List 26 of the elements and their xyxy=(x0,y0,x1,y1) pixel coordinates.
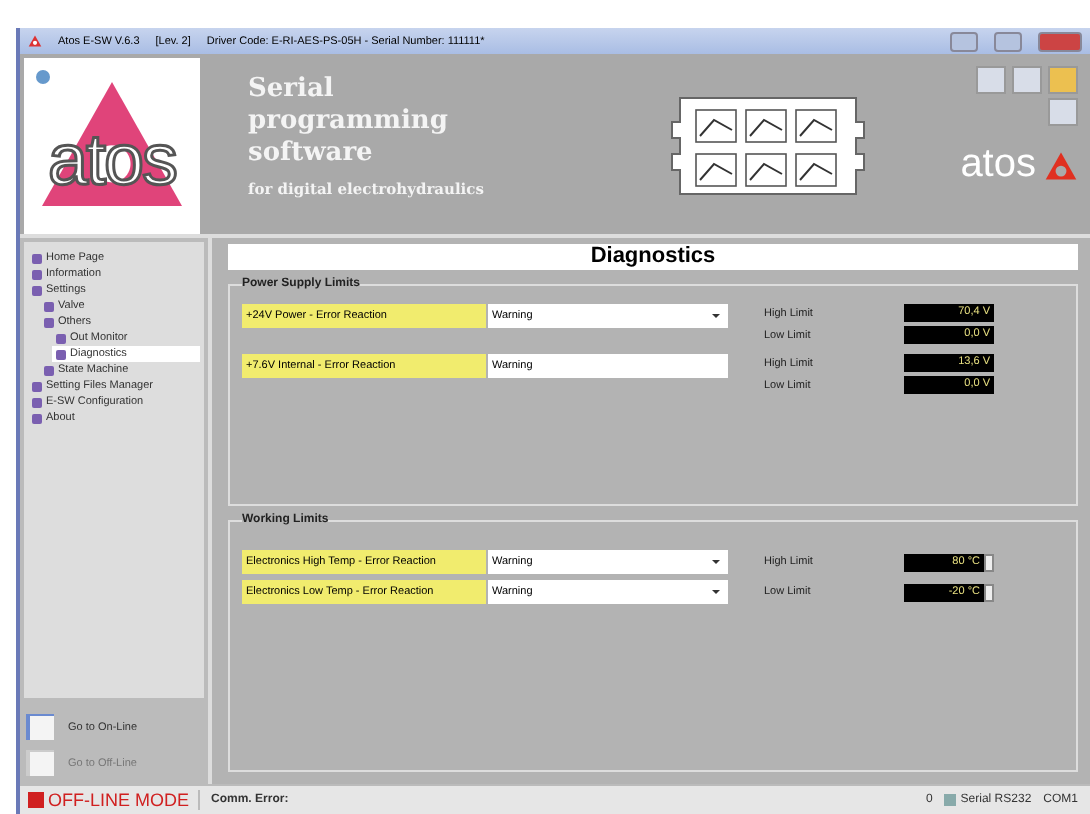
node-icon xyxy=(32,381,42,391)
node-icon xyxy=(32,397,42,407)
node-icon xyxy=(32,413,42,423)
node-icon xyxy=(56,349,66,359)
node-icon xyxy=(44,301,54,311)
page-title: Diagnostics xyxy=(228,244,1078,270)
node-icon xyxy=(56,333,66,343)
caret-icon xyxy=(712,560,720,568)
node-icon xyxy=(32,285,42,295)
node-icon xyxy=(32,253,42,263)
product-title: software xyxy=(248,138,375,170)
product-title: programming xyxy=(248,106,450,138)
caret-icon xyxy=(712,314,720,322)
brand-text: atos xyxy=(960,142,1036,188)
node-icon xyxy=(44,365,54,375)
triangle-icon xyxy=(28,34,42,48)
triangle-logo-icon xyxy=(1044,149,1078,181)
node-icon xyxy=(32,269,42,279)
help-icon[interactable] xyxy=(36,70,50,84)
minimize-button[interactable] xyxy=(950,31,978,51)
product-title: Serial xyxy=(248,74,336,106)
mode-status: OFF-LINE MODE xyxy=(20,790,200,810)
node-icon xyxy=(44,317,54,327)
maximize-button[interactable] xyxy=(994,31,1022,51)
caret-icon xyxy=(712,590,720,598)
close-button[interactable] xyxy=(1038,31,1082,51)
